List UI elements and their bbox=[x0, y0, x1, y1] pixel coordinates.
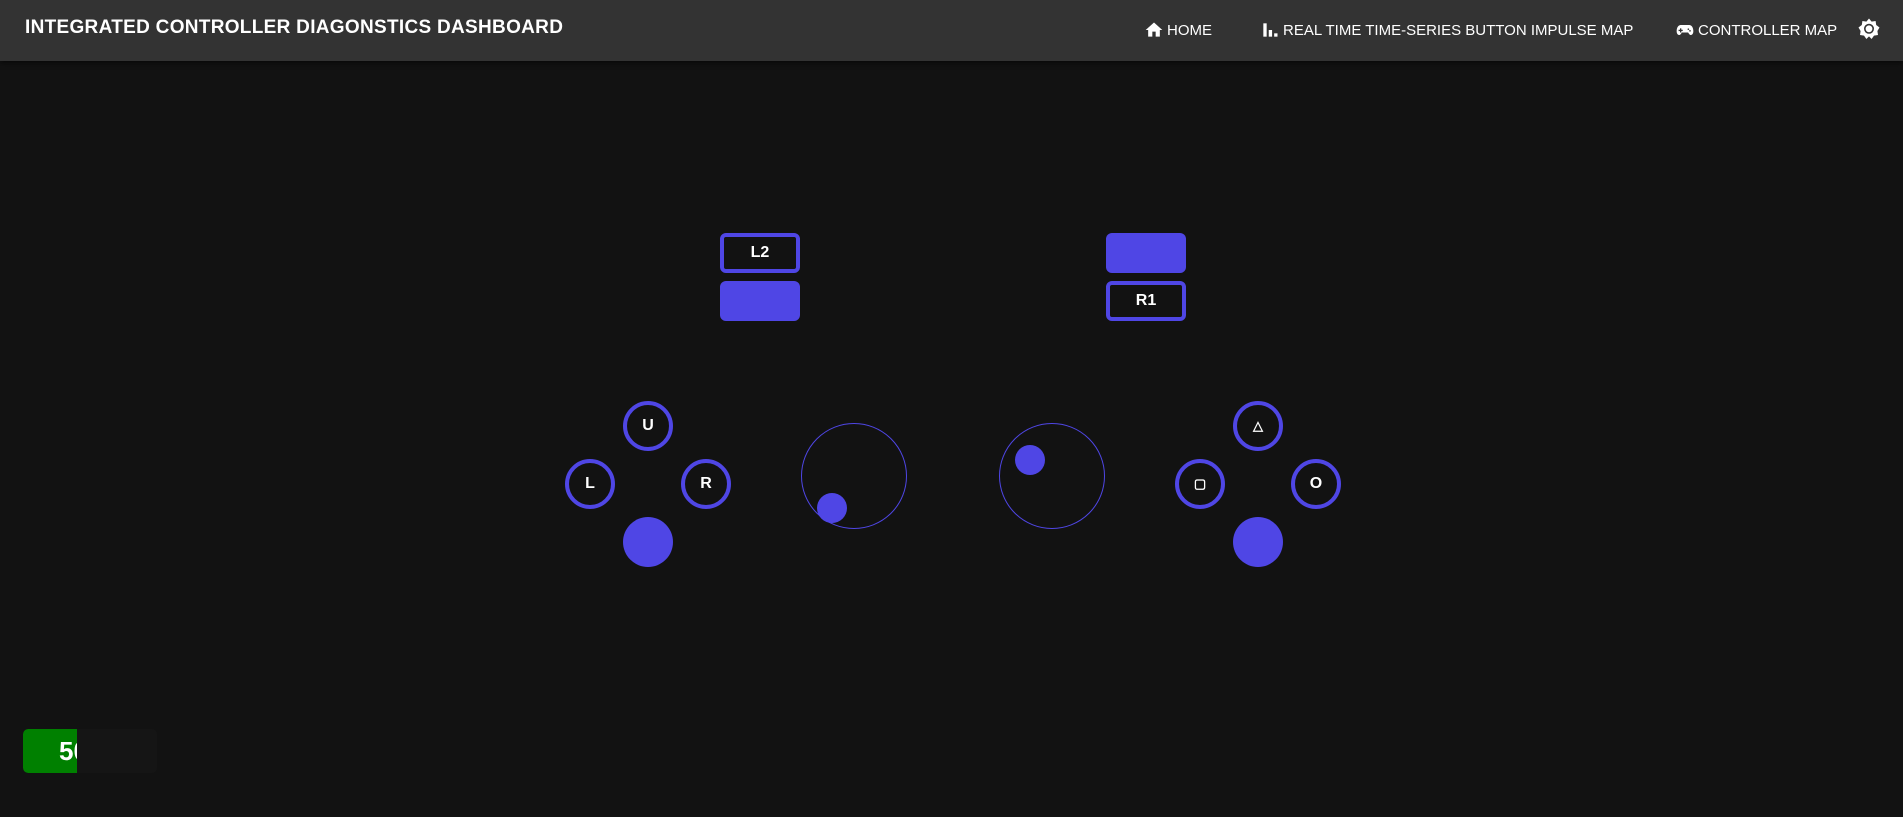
app-title: INTEGRATED CONTROLLER DIAGONSTICS DASHBO… bbox=[25, 17, 564, 38]
top-bar: INTEGRATED CONTROLLER DIAGONSTICS DASHBO… bbox=[0, 0, 1903, 61]
nav-controller-map-label: CONTROLLER MAP bbox=[1698, 21, 1838, 39]
bar-chart-icon bbox=[1263, 23, 1278, 37]
cross-button[interactable] bbox=[1233, 517, 1283, 567]
l2-button[interactable]: L2 bbox=[720, 233, 800, 273]
circle-button[interactable]: O bbox=[1291, 459, 1341, 509]
dpad-down-button[interactable] bbox=[623, 517, 673, 567]
gamepad-icon bbox=[1676, 25, 1694, 35]
level-meter-value: 50 bbox=[59, 736, 77, 766]
nav-home[interactable]: HOME bbox=[1144, 19, 1212, 41]
dpad-up-button[interactable]: U bbox=[623, 401, 673, 451]
home-icon bbox=[1145, 22, 1163, 37]
dpad-right-button[interactable]: R bbox=[681, 459, 731, 509]
left-stick-knob[interactable] bbox=[816, 492, 847, 523]
level-meter: 50 bbox=[23, 729, 157, 773]
right-stick-knob[interactable] bbox=[1014, 445, 1045, 476]
right-stick-ring bbox=[999, 423, 1105, 529]
dpad-left-button[interactable]: L bbox=[565, 459, 615, 509]
r1-button[interactable]: R1 bbox=[1106, 281, 1186, 321]
theme-toggle-button[interactable] bbox=[1857, 17, 1881, 41]
nav-impulse-map-label: REAL TIME TIME-SERIES BUTTON IMPULSE MAP bbox=[1283, 21, 1634, 39]
dashboard-app: INTEGRATED CONTROLLER DIAGONSTICS DASHBO… bbox=[0, 0, 1903, 817]
left-stick-ring bbox=[801, 423, 907, 529]
square-button[interactable]: ▢ bbox=[1175, 459, 1225, 509]
triangle-button[interactable]: △ bbox=[1233, 401, 1283, 451]
brightness-icon bbox=[1858, 18, 1880, 39]
level-meter-clip: 50 bbox=[23, 729, 77, 773]
nav-controller-map[interactable]: CONTROLLER MAP bbox=[1675, 19, 1837, 41]
r2-button[interactable] bbox=[1106, 233, 1186, 273]
nav-home-label: HOME bbox=[1167, 21, 1212, 39]
l1-button[interactable] bbox=[720, 281, 800, 321]
nav-impulse-map[interactable]: REAL TIME TIME-SERIES BUTTON IMPULSE MAP bbox=[1260, 19, 1633, 41]
